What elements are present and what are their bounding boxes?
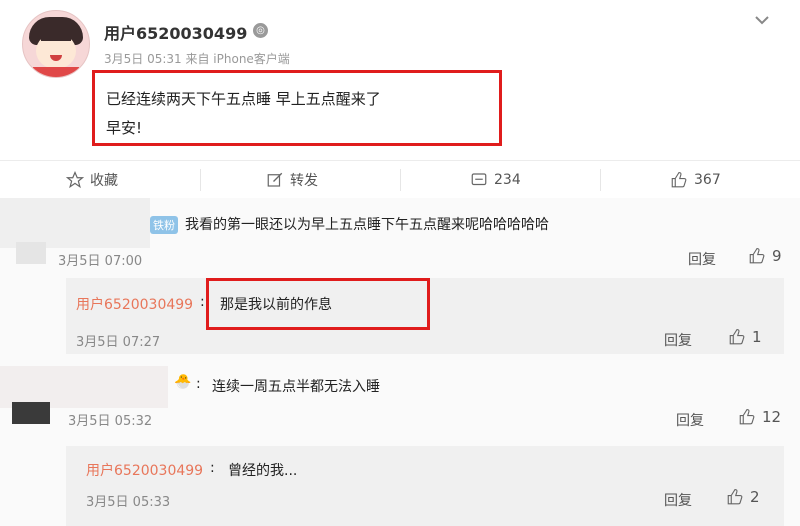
action-bar: 收藏 转发 234 367 <box>0 160 800 199</box>
reply-separator: : <box>210 460 215 476</box>
emoji-icon: 🐣 <box>174 374 192 390</box>
reply-block <box>66 446 784 526</box>
post-text-line2: 早安! <box>106 119 143 137</box>
comment-like-button[interactable]: 12 <box>738 408 781 426</box>
reply-time: 3月5日 05:33 <box>86 495 171 510</box>
reply-like-count: 2 <box>750 488 760 506</box>
reply-button[interactable]: 回复 <box>664 330 692 350</box>
post-text-line1: 已经连续两天下午五点睡 早上五点醒来了 <box>106 90 381 108</box>
reply-like-button[interactable]: 2 <box>726 488 760 506</box>
reply-button[interactable]: 回复 <box>688 249 716 269</box>
blurred-user-area <box>0 198 150 248</box>
like-count: 367 <box>694 172 721 188</box>
thumbs-up-icon <box>671 171 687 188</box>
weibo-post: 用户6520030499 ◎ 3月5日 05:31 来自 iPhone客户端 已… <box>0 0 800 160</box>
thumbs-up-icon <box>729 328 745 345</box>
comment-text: 连续一周五点半都无法入睡 <box>212 379 380 395</box>
comment-count: 234 <box>494 172 521 188</box>
thumbs-up-icon <box>739 408 755 425</box>
fan-badge: 铁粉 <box>150 216 178 234</box>
reply-time: 3月5日 07:27 <box>76 335 161 350</box>
reply-username[interactable]: 用户6520030499 <box>76 294 193 314</box>
comment-like-count: 9 <box>772 247 782 265</box>
post-username[interactable]: 用户6520030499 <box>104 20 247 44</box>
vip-badge-icon: ◎ <box>253 23 268 38</box>
comment-separator: : <box>196 376 201 392</box>
comment-like-button[interactable]: 9 <box>748 247 782 265</box>
comment-icon <box>471 173 487 186</box>
reply-button[interactable]: 回复 <box>664 490 692 510</box>
reply-like-button[interactable]: 1 <box>728 328 762 346</box>
thumbs-up-icon <box>727 488 743 505</box>
reply-username[interactable]: 用户6520030499 <box>86 460 203 480</box>
highlight-box-reply <box>206 278 430 330</box>
favorite-label: 收藏 <box>90 173 118 189</box>
comment-like-count: 12 <box>762 408 782 426</box>
reply-button[interactable]: 回复 <box>676 410 704 430</box>
reply-text: 曾经的我... <box>228 463 298 479</box>
user-avatar[interactable] <box>22 10 90 78</box>
post-meta: 3月5日 05:31 来自 iPhone客户端 <box>104 52 290 66</box>
comment-button[interactable]: 234 <box>470 161 521 199</box>
comments-section: 铁粉 我看的第一眼还以为早上五点睡下午五点醒来呢哈哈哈哈哈 3月5日 07:00… <box>0 198 800 526</box>
reply-like-count: 1 <box>752 328 762 346</box>
repost-label: 转发 <box>290 173 318 189</box>
edit-icon <box>267 172 283 187</box>
commenter-avatar[interactable] <box>12 402 50 424</box>
comment-text: 我看的第一眼还以为早上五点睡下午五点醒来呢哈哈哈哈哈 <box>185 217 549 233</box>
favorite-button[interactable]: 收藏 <box>66 161 118 199</box>
comment-time: 3月5日 07:00 <box>58 254 143 269</box>
comment-time: 3月5日 05:32 <box>68 414 153 429</box>
chevron-down-icon[interactable] <box>752 10 772 30</box>
thumbs-up-icon <box>749 247 765 264</box>
repost-button[interactable]: 转发 <box>266 161 318 199</box>
star-icon <box>66 171 84 189</box>
commenter-avatar[interactable] <box>16 242 46 264</box>
like-button[interactable]: 367 <box>670 161 721 199</box>
reply-separator: : <box>200 294 205 310</box>
